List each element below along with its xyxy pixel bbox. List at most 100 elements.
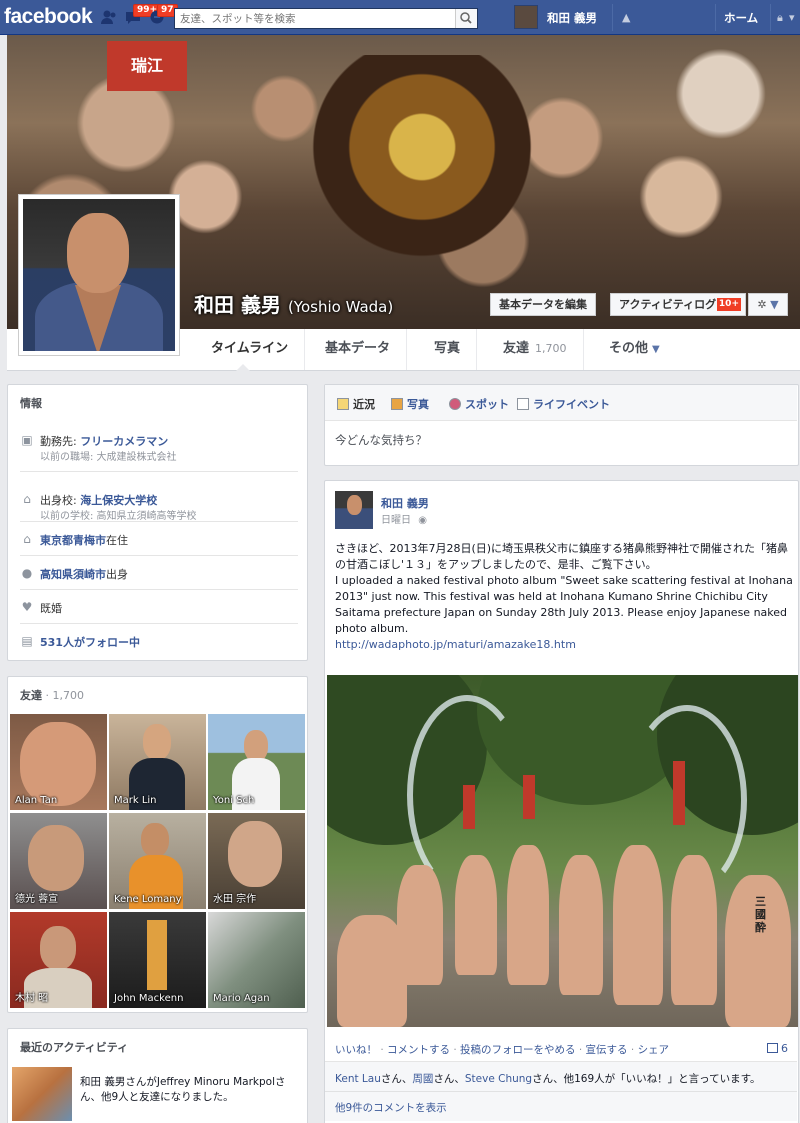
profile-photo: [23, 199, 175, 351]
mikoshi-shrine: [307, 55, 537, 285]
globe-icon: ◉: [418, 515, 427, 526]
more-comments-link[interactable]: 他9件のコメントを表示: [335, 1100, 447, 1115]
user-avatar[interactable]: [514, 5, 538, 29]
school-link[interactable]: 海上保安大学校: [80, 494, 157, 507]
info-lives-suffix: 在住: [106, 534, 128, 547]
friend-tile[interactable]: Yoni Sch: [208, 714, 305, 810]
post-text-ja: さきほど、2013年7月28日(日)に埼玉県秩父市に鎮座する猪鼻熊野神社で開催さ…: [335, 542, 789, 571]
likes-sep: さん、: [433, 1073, 465, 1085]
composer-tab-life-event[interactable]: ライフイベント: [517, 396, 610, 412]
search-icon: [460, 12, 472, 24]
recent-activity-heading: 最近のアクティビティ: [20, 1041, 129, 1054]
settings-arrow-icon[interactable]: ▾: [789, 11, 795, 24]
post-author-name[interactable]: 和田 義男: [381, 495, 429, 511]
tab-about[interactable]: 基本データ: [309, 329, 408, 370]
divider: [770, 4, 771, 31]
info-box: 情報 ▣ 勤務先: フリーカメラマン 以前の職場: 大成建設株式会社 ⌂ 出身校…: [7, 384, 308, 661]
info-work-prefix: 勤務先:: [40, 435, 81, 448]
lives-link[interactable]: 東京都青梅市: [40, 534, 106, 547]
composer-tab-status[interactable]: 近況: [337, 396, 375, 412]
facebook-logo[interactable]: facebook: [4, 5, 93, 29]
messages-icon[interactable]: 99+: [124, 4, 162, 27]
info-school-prefix: 出身校:: [40, 494, 81, 507]
promote-button[interactable]: 宣伝する: [586, 1044, 628, 1056]
action-sep: ·: [377, 1044, 388, 1056]
home-link[interactable]: ホーム: [724, 10, 758, 26]
gear-icon: ✲: [757, 298, 767, 311]
lock-icon[interactable]: 🔒︎: [777, 11, 783, 25]
friend-tile[interactable]: Mark Lin: [109, 714, 206, 810]
activity-text-mid: さんが: [125, 1076, 157, 1088]
activity-name[interactable]: 和田 義男: [80, 1076, 125, 1088]
activity-photo[interactable]: [12, 1067, 72, 1121]
friend-requests-icon[interactable]: [100, 9, 120, 27]
post-author-avatar[interactable]: [335, 491, 373, 529]
post-link[interactable]: http://wadaphoto.jp/maturi/amazake18.htm: [335, 638, 576, 651]
more-comments-row[interactable]: 他9件のコメントを表示: [325, 1091, 797, 1121]
share-button[interactable]: シェア: [638, 1044, 670, 1056]
photo-person: [507, 845, 549, 985]
action-sep: ·: [627, 1044, 638, 1056]
active-tab-caret: [236, 364, 250, 371]
search-input[interactable]: [175, 9, 455, 28]
from-link[interactable]: 高知県須崎市: [40, 568, 106, 581]
activity-log-label: アクティビティログ: [619, 298, 717, 311]
unfollow-post-button[interactable]: 投稿のフォローをやめる: [460, 1044, 576, 1056]
like-button[interactable]: いいね！: [335, 1044, 377, 1056]
friends-heading-sep: ·: [42, 689, 53, 702]
profile-name[interactable]: 和田 義男 (Yoshio Wada): [194, 289, 393, 318]
post-text-en: I uploaded a naked festival photo album …: [335, 574, 793, 635]
composer-tab-photo[interactable]: 写真: [391, 396, 429, 412]
liker-link[interactable]: Steve Chung: [465, 1073, 532, 1085]
post-actions: いいね！ · コメントする · 投稿のフォローをやめる · 宣伝する · シェア: [335, 1042, 669, 1057]
comment-button[interactable]: コメントする: [387, 1044, 450, 1056]
notifications-icon[interactable]: 97: [148, 4, 178, 27]
activity-log-button[interactable]: アクティビティログ 10+: [610, 293, 746, 316]
activity-count-badge: 10+: [716, 298, 741, 311]
followers-text[interactable]: 531人がフォロー中: [40, 636, 140, 649]
friend-tile[interactable]: Mario Agan: [208, 912, 305, 1008]
friend-tile[interactable]: 木村 昭: [10, 912, 107, 1008]
post-date[interactable]: 日曜日 ◉: [381, 511, 427, 526]
recent-activity-box: 最近のアクティビティ 和田 義男さんがJeffrey Minoru Markpo…: [7, 1028, 308, 1123]
post-body: さきほど、2013年7月28日(日)に埼玉県秩父市に鎮座する猪鼻熊野神社で開催さ…: [335, 541, 795, 653]
edit-profile-button[interactable]: 基本データを編集: [490, 293, 596, 316]
search-button[interactable]: [455, 9, 477, 28]
work-link[interactable]: フリーカメラマン: [80, 435, 168, 448]
composer-tab-place[interactable]: スポット: [449, 396, 509, 412]
liker-link[interactable]: Kent Lau: [335, 1073, 381, 1085]
friends-heading-count: 1,700: [52, 689, 85, 702]
post-photo[interactable]: 三國酔: [327, 675, 798, 1027]
map-pin-icon: ●: [21, 566, 33, 580]
friend-photo: [20, 722, 96, 806]
friend-tile[interactable]: John Mackenn: [109, 912, 206, 1008]
comment-count[interactable]: 6: [766, 1042, 788, 1055]
friends-heading-label: 友達: [20, 689, 42, 702]
status-input[interactable]: 今どんな気持ち？: [335, 432, 427, 448]
tab-photos[interactable]: 写真: [418, 329, 478, 370]
action-sep: ·: [575, 1044, 586, 1056]
tab-timeline[interactable]: タイムライン: [195, 329, 306, 370]
info-school: ⌂ 出身校: 海上保安大学校 以前の学校: 高知県立須崎高等学校: [20, 471, 298, 522]
followers-link[interactable]: 531人がフォロー中: [40, 634, 140, 650]
friend-tile[interactable]: Alan Tan: [10, 714, 107, 810]
friend-tile[interactable]: 水田 宗作: [208, 813, 305, 909]
tab-more[interactable]: その他 ▼: [593, 329, 676, 370]
friends-box: 友達 · 1,700 Alan Tan Mark Lin Yoni Sch 德光…: [7, 676, 308, 1013]
tab-friends[interactable]: 友達 1,700: [487, 329, 584, 370]
comment-icon: [766, 1043, 778, 1053]
profile-picture[interactable]: [18, 194, 180, 356]
composer-tab-photo-label: 写真: [407, 398, 429, 411]
user-name-link[interactable]: 和田 義男: [547, 10, 597, 26]
gear-menu-button[interactable]: ✲ ▼: [748, 293, 788, 316]
privacy-shortcut-icon[interactable]: ▲: [622, 11, 630, 24]
activity-friend[interactable]: Jeffrey Minoru Markpol: [157, 1076, 275, 1088]
friend-tile[interactable]: Kene Lomany: [109, 813, 206, 909]
heart-icon: ♥: [21, 600, 33, 614]
friend-tile[interactable]: 德光 蓉宣: [10, 813, 107, 909]
friends-heading[interactable]: 友達 · 1,700: [20, 687, 84, 703]
friend-name: Yoni Sch: [213, 795, 255, 806]
friend-photo: [141, 823, 169, 857]
liker-link[interactable]: 周國: [412, 1073, 433, 1085]
photo-person: [455, 855, 497, 975]
